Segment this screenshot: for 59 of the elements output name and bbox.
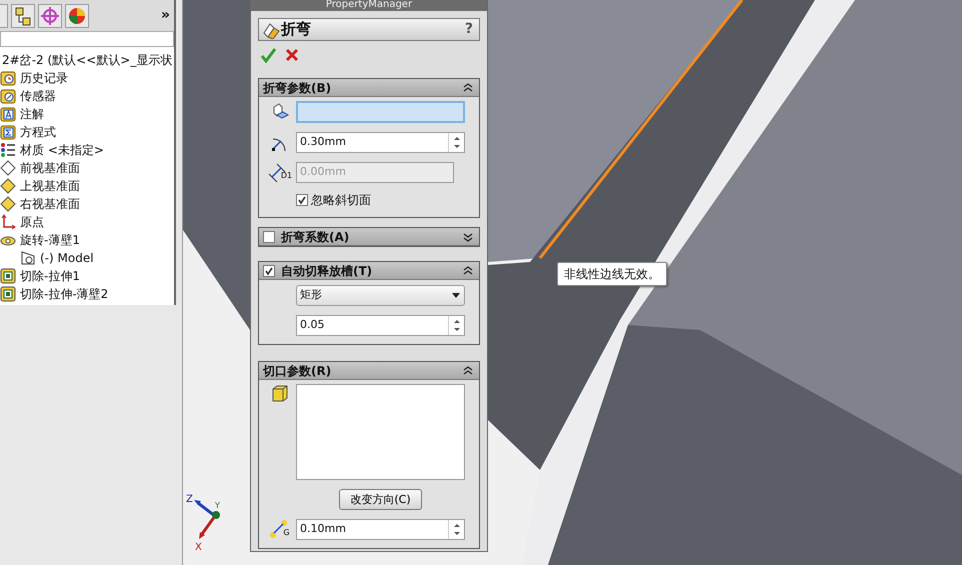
tree-item[interactable]: 方程式 xyxy=(20,123,56,141)
checkbox[interactable] xyxy=(296,194,308,206)
tree-item[interactable]: 历史记录 xyxy=(20,69,68,87)
tree-item[interactable]: 切除-拉伸1 xyxy=(20,267,80,285)
icon-label: D1 xyxy=(280,170,292,182)
group-title: 折弯系数(A) xyxy=(281,228,350,246)
filter-field[interactable] xyxy=(0,31,174,47)
tree-item[interactable]: (-) Model xyxy=(40,249,94,267)
tooltip: 非线性边线无效。 xyxy=(557,262,667,286)
checkbox-label: 忽略斜切面 xyxy=(311,192,371,209)
axis-arrows-drawing xyxy=(194,500,220,539)
panel-title: PropertyManager xyxy=(251,0,487,11)
group-header[interactable]: 折弯参数(B) xyxy=(259,79,479,97)
panel-tab[interactable] xyxy=(11,4,35,28)
tree-view-icon xyxy=(13,6,33,26)
axis-label: Z xyxy=(186,494,193,505)
number-field[interactable]: 0.10mm xyxy=(296,518,465,540)
tree-root-label[interactable]: 2#岔-2 (默认<<默认>_显示状 xyxy=(2,51,172,69)
feature-title: 折弯 xyxy=(281,19,311,40)
group-title: 折弯参数(B) xyxy=(263,80,332,96)
axis-label: Y xyxy=(215,501,220,510)
tree-item[interactable]: 切除-拉伸-薄壁2 xyxy=(20,285,108,303)
icon-label: G xyxy=(283,527,290,539)
panel-tab[interactable] xyxy=(38,4,62,28)
number-field[interactable]: 0.05 xyxy=(296,314,465,336)
tree-item[interactable]: 材质 <未指定> xyxy=(20,141,104,159)
edge-selection-icon xyxy=(270,103,288,121)
tree-item[interactable]: 前视基准面 xyxy=(20,159,80,177)
tree-item[interactable]: 旋转-薄壁1 xyxy=(20,231,80,249)
help-button[interactable]: ? xyxy=(464,19,473,40)
tree-item[interactable]: 原点 xyxy=(20,213,44,231)
target-icon xyxy=(40,6,60,26)
group-header[interactable]: 折弯系数(A) xyxy=(259,228,479,246)
ok-button[interactable] xyxy=(260,47,276,63)
color-wheel-icon xyxy=(67,6,87,26)
tree-item[interactable]: 上视基准面 xyxy=(20,177,80,195)
group-title: 自动切释放槽(T) xyxy=(281,262,372,280)
axis-label: X xyxy=(195,542,202,553)
list-box[interactable] xyxy=(296,384,465,480)
checkbox[interactable] xyxy=(263,230,275,242)
panel-tab[interactable] xyxy=(65,4,89,28)
group-title: 切口参数(R) xyxy=(263,362,332,380)
group-header[interactable]: 切口参数(R) xyxy=(259,362,479,380)
gap-icon xyxy=(269,519,290,539)
material-icon xyxy=(0,142,16,158)
sketch-icon xyxy=(20,250,36,266)
dropdown[interactable]: 矩形 xyxy=(296,284,465,306)
tree-item[interactable]: 右视基准面 xyxy=(20,195,80,213)
more-tabs-button[interactable]: » xyxy=(160,5,170,26)
tree-item[interactable]: 注解 xyxy=(20,105,44,123)
sheet-metal-icon xyxy=(261,20,281,38)
tree-item[interactable]: 传感器 xyxy=(20,87,56,105)
group-header[interactable]: 自动切释放槽(T) xyxy=(259,262,479,280)
cancel-button[interactable] xyxy=(284,47,300,63)
face-icon xyxy=(270,384,288,402)
direction-button[interactable]: 改变方向(C) xyxy=(339,488,422,510)
number-field[interactable]: 0.30mm xyxy=(296,132,465,152)
checkbox[interactable] xyxy=(263,264,275,276)
origin-icon xyxy=(0,214,16,230)
